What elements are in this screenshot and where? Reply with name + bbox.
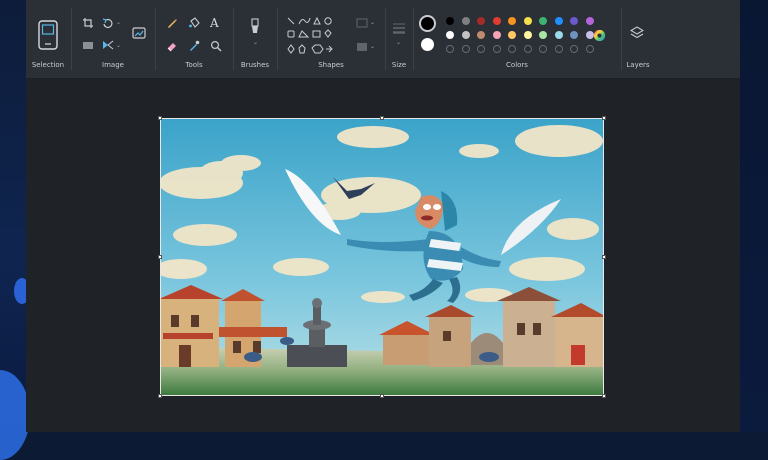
canvas-image[interactable]	[160, 118, 604, 396]
text-icon[interactable]: A	[210, 16, 219, 30]
palette-swatch[interactable]	[508, 31, 516, 39]
brush-icon[interactable]	[248, 18, 262, 36]
resize-handle[interactable]	[602, 116, 606, 120]
resize-handle[interactable]	[158, 255, 162, 259]
palette-swatch[interactable]	[477, 17, 485, 25]
fill-bucket-icon[interactable]	[188, 17, 200, 29]
palette-swatch[interactable]	[477, 31, 485, 39]
layers-group-label: Layers	[622, 61, 654, 69]
palette-swatch[interactable]	[555, 31, 563, 39]
resize-handle[interactable]	[380, 116, 384, 120]
palette-swatch[interactable]	[493, 17, 501, 25]
image-group-label: Image	[72, 61, 154, 69]
palette-swatch[interactable]	[570, 17, 578, 25]
resize-handle[interactable]	[158, 116, 162, 120]
eraser-icon[interactable]	[166, 40, 178, 52]
brushes-group: ⌄ Brushes	[234, 0, 276, 78]
layers-group: Layers	[622, 0, 654, 78]
rectangle-select-icon[interactable]	[38, 20, 58, 50]
shape-outline-icon[interactable]	[356, 18, 368, 28]
chevron-down-icon[interactable]: ⌄	[370, 43, 375, 50]
color-picker-icon[interactable]	[188, 40, 200, 52]
palette-swatch[interactable]	[493, 31, 501, 39]
layers-icon[interactable]	[630, 26, 644, 40]
size-group-label: Size	[386, 61, 412, 69]
chevron-down-icon[interactable]: ⌄	[116, 42, 121, 49]
selection-group-label: Selection	[26, 61, 70, 69]
custom-color-slot[interactable]	[508, 45, 516, 53]
palette-swatch[interactable]	[462, 17, 470, 25]
shapes-gallery[interactable]	[286, 16, 346, 56]
primary-color[interactable]	[419, 15, 436, 32]
canvas-workspace	[26, 79, 740, 432]
resize-handle[interactable]	[602, 255, 606, 259]
size-group: ⌄ Size	[386, 0, 412, 78]
custom-color-slot[interactable]	[539, 45, 547, 53]
brushes-group-label: Brushes	[234, 61, 276, 69]
chevron-down-icon[interactable]: ⌄	[396, 39, 401, 46]
rotate-icon[interactable]	[102, 17, 114, 29]
resize-icon[interactable]	[82, 40, 94, 50]
palette-swatch[interactable]	[508, 17, 516, 25]
custom-color-slot[interactable]	[570, 45, 578, 53]
magnifier-icon[interactable]	[210, 40, 222, 52]
line-size-icon[interactable]	[392, 22, 406, 34]
palette-swatch[interactable]	[539, 17, 547, 25]
palette-swatch[interactable]	[539, 31, 547, 39]
selection-group: Selection	[26, 0, 70, 78]
custom-color-slot[interactable]	[477, 45, 485, 53]
palette-swatch[interactable]	[446, 31, 454, 39]
shapes-group-label: Shapes	[278, 61, 384, 69]
palette-swatch[interactable]	[462, 31, 470, 39]
paint-window: Selection ⌄	[26, 0, 740, 432]
secondary-color[interactable]	[421, 38, 434, 51]
chevron-down-icon[interactable]: ⌄	[370, 19, 375, 26]
custom-color-slot[interactable]	[493, 45, 501, 53]
tools-group: A Tools	[156, 0, 232, 78]
colors-group: Colors	[414, 0, 620, 78]
resize-handle[interactable]	[158, 394, 162, 398]
resize-handle[interactable]	[380, 394, 384, 398]
desktop-wallpaper-right	[740, 0, 768, 432]
palette-swatch[interactable]	[524, 31, 532, 39]
custom-color-slot[interactable]	[446, 45, 454, 53]
image-creator-icon[interactable]	[132, 26, 146, 40]
edit-colors-icon[interactable]	[592, 28, 607, 43]
ribbon-toolbar: Selection ⌄	[26, 0, 740, 79]
painting-illustration	[161, 119, 603, 395]
custom-color-slot[interactable]	[586, 45, 594, 53]
image-group: ⌄ ⌄ Image	[72, 0, 154, 78]
custom-color-slot[interactable]	[524, 45, 532, 53]
crop-icon[interactable]	[82, 17, 94, 29]
palette-swatch[interactable]	[586, 17, 594, 25]
shape-fill-icon[interactable]	[356, 42, 368, 52]
shapes-group: ⌄ ⌄ Shapes	[278, 0, 384, 78]
palette-swatch[interactable]	[555, 17, 563, 25]
palette-swatch[interactable]	[524, 17, 532, 25]
tools-group-label: Tools	[156, 61, 232, 69]
palette-swatch[interactable]	[570, 31, 578, 39]
desktop-wallpaper-left	[0, 0, 26, 432]
palette-swatch[interactable]	[446, 17, 454, 25]
custom-color-slot[interactable]	[462, 45, 470, 53]
pencil-icon[interactable]	[166, 17, 178, 29]
colors-group-label: Colors	[414, 61, 620, 69]
chevron-down-icon[interactable]: ⌄	[253, 39, 258, 46]
resize-handle[interactable]	[602, 394, 606, 398]
flip-icon[interactable]	[102, 40, 114, 50]
custom-color-slot[interactable]	[555, 45, 563, 53]
chevron-down-icon[interactable]: ⌄	[116, 19, 121, 26]
